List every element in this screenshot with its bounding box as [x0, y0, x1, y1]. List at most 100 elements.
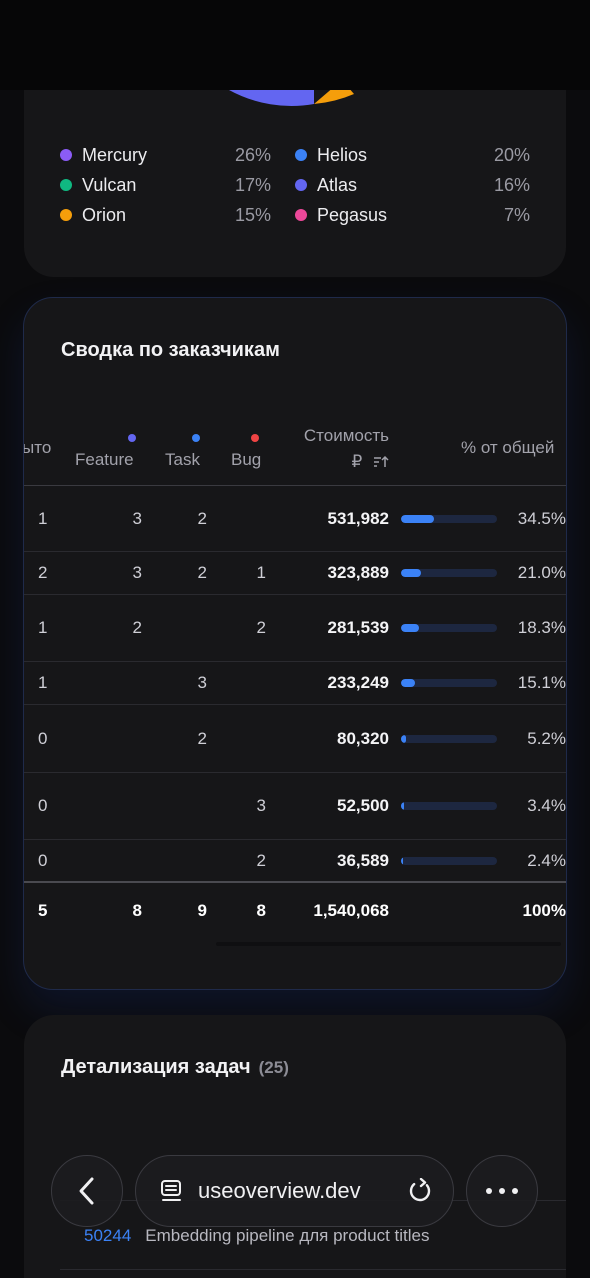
sort-desc-icon[interactable] [373, 455, 389, 469]
legend-dot-icon [295, 209, 307, 221]
table-row[interactable]: 1 3 233,249 15.1% [24, 662, 566, 705]
total-feature: 8 [132, 901, 142, 920]
share-bar-fill [401, 856, 404, 865]
legend-dot-icon [60, 179, 72, 191]
cell-count: 0 [38, 796, 48, 815]
legend-percent: 16% [493, 174, 530, 195]
share-bar [401, 679, 497, 687]
legend-label: Atlas [317, 174, 358, 195]
cell-task: 3 [197, 673, 207, 692]
table-row[interactable]: 0 3 52,500 3.4% [24, 773, 566, 840]
legend-item[interactable]: Helios 20% [295, 145, 530, 166]
table-row[interactable]: 1 3 2 531,982 34.5% [24, 486, 566, 552]
card-title: Сводка по заказчикам [61, 339, 280, 361]
horizontal-scrollbar[interactable] [216, 942, 561, 946]
table-row[interactable]: 1 2 2 281,539 18.3% [24, 595, 566, 662]
legend-label: Pegasus [317, 204, 388, 225]
cell-bug: 2 [256, 618, 266, 637]
cell-share: 21.0% [517, 563, 566, 582]
url-text: useoverview.dev [198, 1178, 361, 1203]
cell-share: 34.5% [517, 508, 566, 528]
cell-feature: 3 [132, 563, 142, 582]
more-dots-icon [486, 1188, 518, 1194]
back-button[interactable] [51, 1155, 123, 1227]
column-header-feature[interactable]: Feature [75, 434, 136, 470]
page-icon [161, 1180, 181, 1201]
total-cost: 1,540,068 [313, 901, 389, 920]
address-bar[interactable]: useoverview.dev [135, 1155, 454, 1227]
cell-cost: 52,500 [337, 796, 389, 815]
column-header-bug[interactable]: Bug [231, 434, 261, 470]
cell-feature: 3 [132, 508, 142, 528]
share-bar-fill [401, 624, 419, 632]
total-share: 100% [522, 901, 566, 920]
cell-share: 15.1% [517, 673, 566, 692]
chart-legend: Mercury 26% Helios 20% Vulcan 17% Atlas 16% Orio… [60, 140, 530, 230]
cell-cost: 323,889 [327, 563, 389, 582]
column-header-share[interactable]: % от общей [461, 438, 554, 458]
share-bar-fill [401, 514, 435, 523]
cell-count: 1 [38, 508, 48, 528]
legend-label: Orion [82, 204, 127, 225]
share-bar-fill [401, 734, 406, 743]
cell-count: 2 [38, 563, 48, 582]
cell-task: 2 [197, 563, 207, 582]
cell-share: 2.4% [527, 850, 566, 870]
legend-item[interactable]: Atlas 16% [295, 175, 530, 196]
table-row[interactable]: 2 3 2 1 323,889 21.0% [24, 552, 566, 595]
share-bar-fill [401, 802, 405, 810]
share-bar-fill [401, 569, 422, 577]
legend-percent: 17% [234, 174, 271, 195]
column-header-task[interactable]: Task [165, 434, 200, 470]
cell-bug: 2 [256, 850, 266, 870]
legend-label: Mercury [82, 144, 148, 165]
share-bar [401, 514, 497, 523]
cell-bug: 1 [256, 563, 266, 582]
legend-label: Helios [317, 144, 368, 165]
browser-toolbar: useoverview.dev [0, 1150, 590, 1240]
divider [60, 1269, 566, 1270]
legend-percent: 26% [234, 144, 271, 165]
legend-dot-icon [295, 179, 307, 191]
legend-dot-icon [295, 149, 307, 161]
cell-share: 3.4% [527, 796, 566, 815]
table-row[interactable]: 0 2 36,589 2.4% [24, 840, 566, 883]
chevron-left-icon [79, 1177, 94, 1205]
legend-percent: 7% [503, 204, 530, 225]
card-title: Детализация задач (25) [61, 1056, 289, 1078]
legend-item[interactable]: Pegasus 7% [295, 205, 530, 226]
column-header-count[interactable]: ыто [24, 438, 51, 458]
cell-count: 1 [38, 673, 48, 692]
task-dot-icon [192, 434, 200, 442]
legend-percent: 15% [234, 204, 271, 225]
share-bar [401, 624, 497, 632]
share-bar [401, 856, 497, 865]
column-header-cost[interactable]: Стоимость ₽ [289, 426, 389, 472]
total-count: 5 [38, 901, 48, 920]
status-area [0, 0, 590, 90]
share-bar [401, 802, 497, 810]
cell-count: 0 [38, 728, 48, 748]
legend-label: Vulcan [82, 174, 137, 195]
share-bar-fill [401, 679, 416, 687]
legend-percent: 20% [493, 144, 530, 165]
cell-bug: 3 [256, 796, 266, 815]
legend-row: Mercury 26% Helios 20% [60, 140, 530, 170]
table-header: ыто Feature Task Bug Стоимость ₽ % от об… [24, 418, 566, 486]
reload-icon[interactable] [407, 1178, 433, 1204]
more-button[interactable] [466, 1155, 538, 1227]
table-total-row: 5 8 9 8 1,540,068 100% [24, 886, 566, 936]
cell-cost: 80,320 [337, 728, 389, 748]
legend-item[interactable]: Mercury 26% [60, 145, 295, 166]
share-bar [401, 569, 497, 577]
cell-count: 1 [38, 618, 48, 637]
total-bug: 8 [256, 901, 266, 920]
legend-dot-icon [60, 149, 72, 161]
legend-row: Vulcan 17% Atlas 16% [60, 170, 530, 200]
legend-item[interactable]: Vulcan 17% [60, 175, 295, 196]
cell-share: 18.3% [517, 618, 566, 637]
cell-count: 0 [38, 850, 48, 870]
legend-item[interactable]: Orion 15% [60, 205, 295, 226]
customer-summary-card: Сводка по заказчикам ыто Feature Task Bu… [23, 297, 567, 990]
table-row[interactable]: 0 2 80,320 5.2% [24, 705, 566, 773]
